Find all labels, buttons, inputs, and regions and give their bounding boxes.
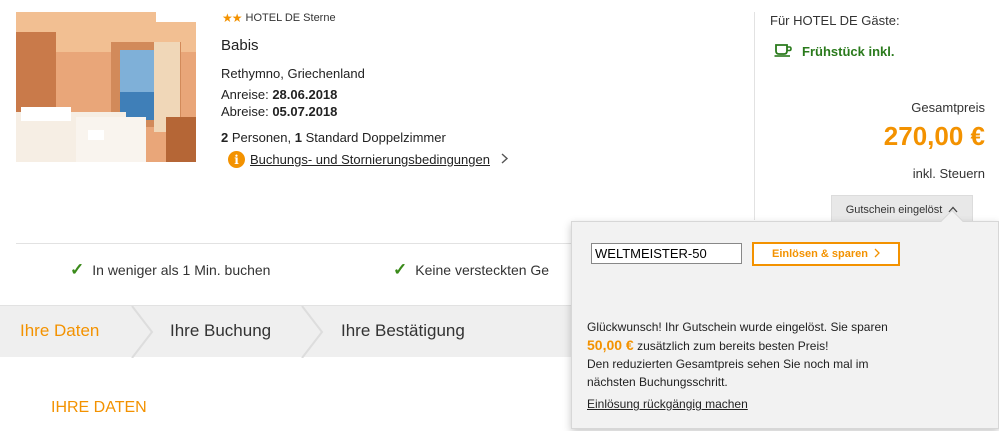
voucher-code-input[interactable] — [591, 243, 742, 264]
step-confirmation[interactable]: Ihre Bestätigung — [341, 321, 465, 341]
persons-label: Personen, — [231, 130, 292, 145]
usp-label: Keine versteckten Ge — [415, 262, 550, 278]
checkin-date: 28.06.2018 — [272, 87, 338, 102]
voucher-toggle-label: Gutschein eingelöst — [845, 204, 943, 216]
rooms-count: 1 — [294, 130, 302, 145]
section-heading: IHRE DATEN — [51, 399, 147, 416]
success-line: nächsten Buchungsschritt. — [587, 375, 728, 389]
room-type: Standard Doppelzimmer — [305, 130, 446, 145]
conditions-link-row[interactable]: i Buchungs- und Stornierungsbedingungen — [228, 151, 509, 168]
column-divider — [754, 12, 755, 220]
hotel-rating: ★★ HOTEL DE Sterne — [222, 11, 336, 25]
check-icon: ✓ — [393, 260, 408, 279]
checkin-row: Anreise: 28.06.2018 — [221, 86, 337, 103]
chevron-right-icon — [874, 248, 880, 261]
hotel-location: Rethymno, Griechenland — [221, 66, 365, 81]
room-summary: 2 Personen, 1 Standard Doppelzimmer — [221, 130, 446, 145]
step-separator — [131, 306, 154, 358]
tax-note: inkl. Steuern — [912, 166, 985, 181]
conditions-link[interactable]: Buchungs- und Stornierungsbedingungen — [250, 152, 490, 167]
step-separator — [301, 306, 324, 358]
usp-label: In weniger als 1 Min. buchen — [92, 262, 271, 278]
checkout-date: 05.07.2018 — [272, 104, 338, 119]
usp-item: ✓ Keine versteckten Ge — [393, 260, 549, 280]
step-your-data[interactable]: Ihre Daten — [20, 321, 99, 341]
checkout-row: Abreise: 05.07.2018 — [221, 103, 337, 120]
saved-amount: 50,00 € — [587, 337, 634, 353]
success-line-text: zusätzlich zum bereits besten Preis! — [637, 339, 829, 353]
hotel-name: Babis — [221, 37, 259, 54]
coffee-cup-icon — [774, 43, 794, 60]
undo-voucher-link[interactable]: Einlösung rückgängig machen — [587, 397, 748, 411]
checkin-label: Anreise: — [221, 87, 269, 102]
chevron-right-icon — [501, 152, 509, 167]
persons-count: 2 — [221, 130, 229, 145]
stay-dates: Anreise: 28.06.2018 Abreise: 05.07.2018 — [221, 86, 337, 120]
voucher-success-message: Glückwunsch! Ihr Gutschein wurde eingelö… — [587, 318, 987, 391]
success-line: 50,00 € zusätzlich zum bereits besten Pr… — [587, 336, 987, 355]
star-icon: ★★ — [222, 11, 242, 25]
voucher-popup: Einlösen & sparen Glückwunsch! Ihr Gutsc… — [571, 209, 999, 429]
total-price-label: Gesamtpreis — [911, 100, 985, 115]
redeem-button[interactable]: Einlösen & sparen — [752, 242, 900, 266]
guests-label: Für HOTEL DE Gäste: — [770, 13, 900, 28]
total-price: 270,00 € — [883, 121, 985, 151]
step-your-booking[interactable]: Ihre Buchung — [170, 321, 271, 341]
usp-item: ✓ In weniger als 1 Min. buchen — [70, 260, 270, 280]
breakfast-label: Frühstück inkl. — [802, 44, 895, 59]
check-icon: ✓ — [70, 260, 85, 279]
checkout-label: Abreise: — [221, 104, 269, 119]
hotel-photo — [16, 12, 196, 162]
success-line: Den reduzierten Gesamtpreis sehen Sie no… — [587, 357, 869, 371]
rating-label: HOTEL DE Sterne — [245, 12, 336, 24]
info-icon: i — [228, 151, 245, 168]
success-line: Glückwunsch! Ihr Gutschein wurde eingelö… — [587, 320, 888, 334]
redeem-label: Einlösen & sparen — [772, 248, 868, 260]
breakfast-included: Frühstück inkl. — [774, 43, 894, 60]
